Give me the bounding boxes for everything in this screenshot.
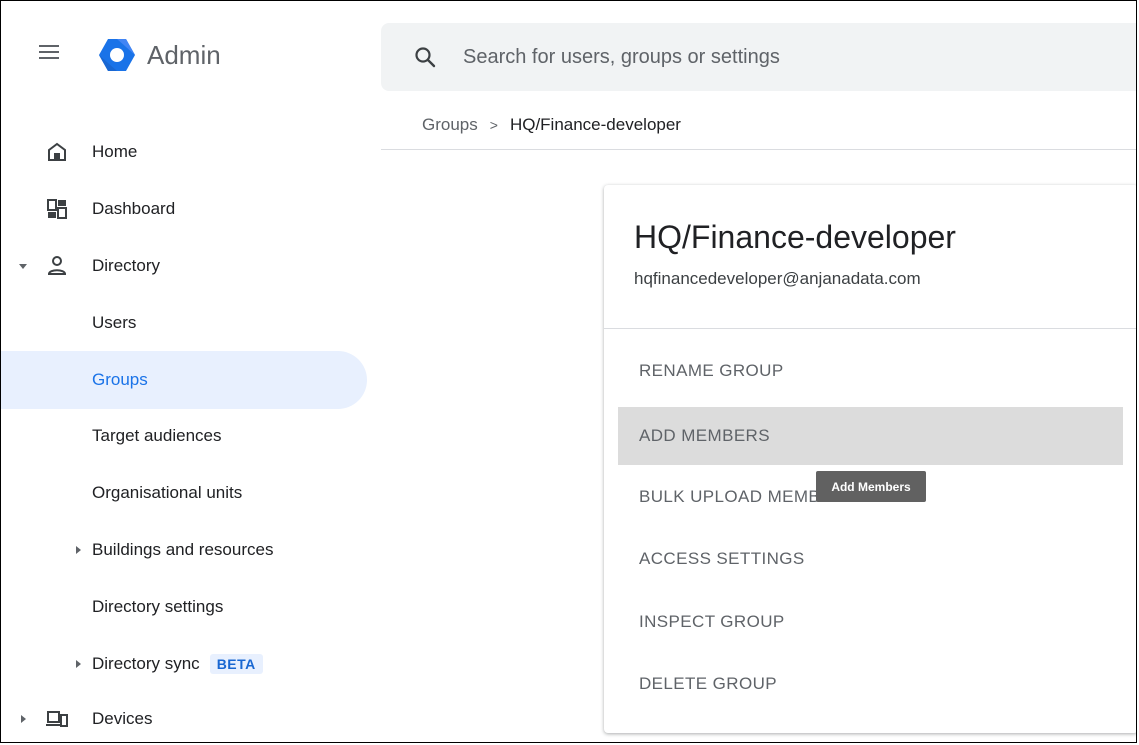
sidebar-item-dashboard[interactable]: Dashboard bbox=[1, 189, 341, 229]
group-card: HQ/Finance-developer hqfinancedeveloper@… bbox=[604, 185, 1136, 733]
sidebar-item-directory-settings[interactable]: Directory settings bbox=[1, 587, 341, 627]
caret-right-icon[interactable] bbox=[18, 714, 28, 724]
sidebar-item-users[interactable]: Users bbox=[1, 303, 341, 343]
rename-group-button[interactable]: RENAME GROUP bbox=[618, 342, 1123, 400]
add-members-tooltip: Add Members bbox=[816, 471, 926, 502]
sidebar-item-directory-sync[interactable]: Directory sync BETA bbox=[1, 644, 341, 684]
delete-group-button[interactable]: DELETE GROUP bbox=[618, 655, 1123, 713]
sidebar-item-label: Target audiences bbox=[92, 426, 222, 445]
breadcrumb-current: HQ/Finance-developer bbox=[509, 115, 681, 134]
sidebar-item-label: Users bbox=[92, 313, 137, 332]
dashboard-icon bbox=[47, 199, 67, 219]
sidebar-item-devices[interactable]: Devices bbox=[1, 699, 341, 739]
sidebar-item-label: Groups bbox=[92, 370, 148, 389]
admin-console: Admin Groups > HQ/Finance-developer Home D… bbox=[0, 0, 1137, 743]
search-input[interactable] bbox=[463, 43, 1063, 71]
card-divider bbox=[604, 328, 1136, 329]
sidebar-item-label: Directory settings bbox=[92, 597, 224, 616]
action-label: ACCESS SETTINGS bbox=[639, 549, 805, 568]
home-icon bbox=[48, 142, 66, 161]
menu-icon[interactable] bbox=[39, 45, 59, 59]
directory-sync-label: Directory sync bbox=[92, 653, 200, 673]
brand-name[interactable]: Admin bbox=[147, 40, 221, 71]
sidebar-item-label: Buildings and resources bbox=[92, 540, 274, 559]
sidebar-item-label: Organisational units bbox=[92, 483, 243, 502]
inspect-group-button[interactable]: INSPECT GROUP bbox=[618, 593, 1123, 651]
search-icon[interactable] bbox=[413, 45, 437, 69]
sidebar-item-groups[interactable]: Groups bbox=[1, 360, 367, 400]
person-icon bbox=[47, 256, 67, 275]
beta-badge: BETA bbox=[209, 654, 263, 675]
devices-icon bbox=[46, 711, 68, 727]
admin-logo-icon bbox=[99, 39, 135, 71]
sidebar-item-organisational-units[interactable]: Organisational units bbox=[1, 473, 341, 513]
caret-right-icon[interactable] bbox=[73, 659, 83, 669]
group-title: HQ/Finance-developer bbox=[634, 219, 956, 255]
sidebar-item-label: Directory bbox=[92, 256, 161, 275]
breadcrumb: Groups > HQ/Finance-developer bbox=[422, 115, 681, 135]
access-settings-button[interactable]: ACCESS SETTINGS bbox=[618, 530, 1123, 588]
add-members-button[interactable]: ADD MEMBERS bbox=[618, 407, 1123, 465]
group-email: hqfinancedeveloper@anjanadata.com bbox=[634, 269, 921, 288]
sidebar-item-target-audiences[interactable]: Target audiences bbox=[1, 416, 341, 456]
sidebar-item-label: Directory sync BETA bbox=[92, 654, 263, 675]
sidebar-item-label: Devices bbox=[92, 709, 153, 728]
sidebar-item-label: Dashboard bbox=[92, 199, 176, 218]
search-bar[interactable] bbox=[381, 23, 1136, 91]
action-label: DELETE GROUP bbox=[639, 674, 777, 693]
sidebar-item-buildings-and-resources[interactable]: Buildings and resources bbox=[1, 530, 341, 570]
breadcrumb-groups-link[interactable]: Groups bbox=[422, 115, 478, 134]
action-label: RENAME GROUP bbox=[639, 361, 784, 380]
sidebar-item-label: Home bbox=[92, 142, 138, 161]
action-label: ADD MEMBERS bbox=[639, 426, 770, 445]
breadcrumb-divider bbox=[381, 149, 1136, 150]
caret-right-icon[interactable] bbox=[73, 545, 83, 555]
sidebar-item-home[interactable]: Home bbox=[1, 132, 341, 172]
sidebar-item-directory[interactable]: Directory bbox=[1, 246, 341, 286]
breadcrumb-separator: > bbox=[489, 117, 498, 133]
action-label: INSPECT GROUP bbox=[639, 612, 785, 631]
caret-down-icon[interactable] bbox=[18, 261, 28, 271]
